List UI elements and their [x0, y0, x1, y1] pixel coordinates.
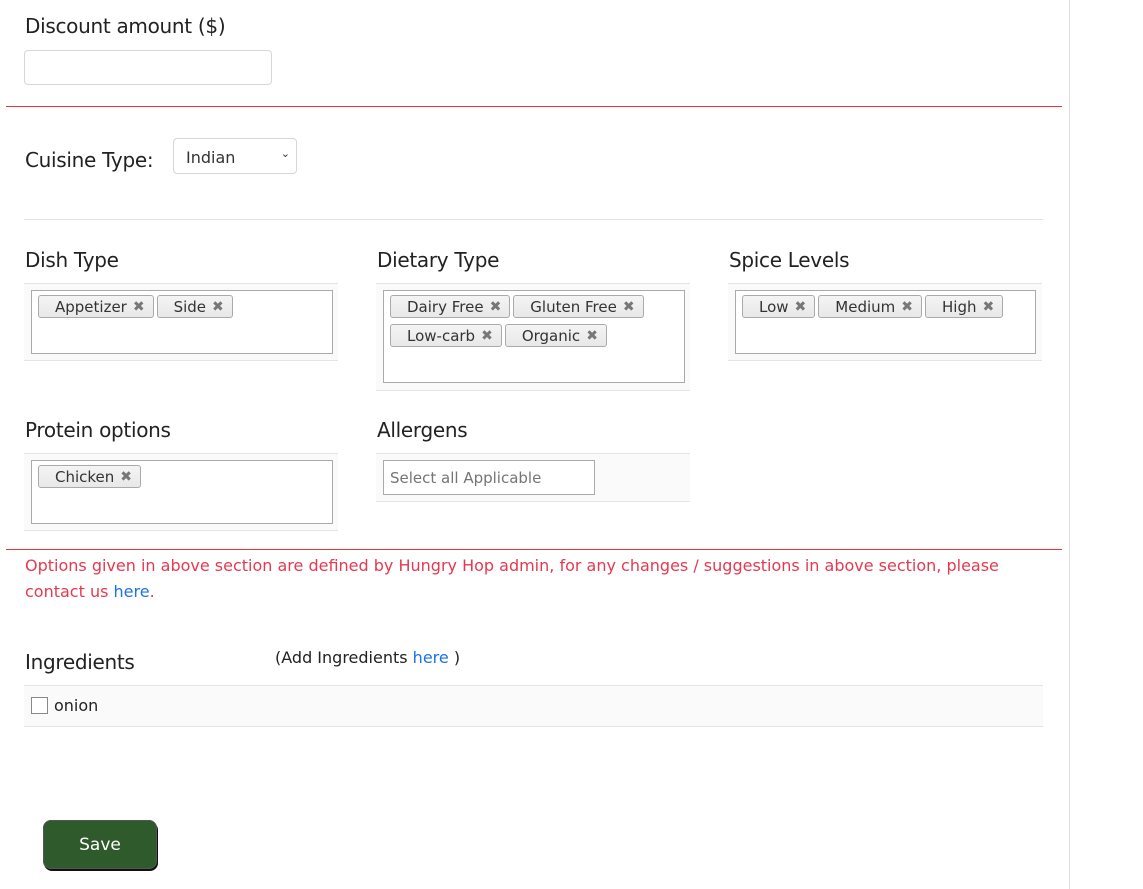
cuisine-selected: Indian	[186, 148, 236, 167]
add-prefix: (Add Ingredients	[275, 648, 413, 667]
remove-tag-icon[interactable]: ✖	[901, 299, 913, 315]
tag-chip: Organic ✖	[504, 324, 607, 347]
remove-tag-icon[interactable]: ✖	[982, 299, 994, 315]
tag-label: Gluten Free	[530, 297, 617, 316]
remove-tag-icon[interactable]: ✖	[481, 328, 493, 344]
allergens-input[interactable]	[383, 460, 595, 495]
chevron-down-icon: ⌄	[280, 147, 290, 160]
dietary-type-label: Dietary Type	[377, 248, 500, 272]
tag-label: Chicken	[55, 467, 115, 486]
remove-tag-icon[interactable]: ✖	[795, 299, 807, 315]
ingredient-checkbox[interactable]	[31, 697, 48, 714]
protein-select[interactable]: Chicken ✖	[31, 460, 333, 524]
tag-chip: Low-carb ✖	[390, 324, 502, 347]
tag-label: High	[942, 297, 977, 316]
dish-type-select[interactable]: Appetizer ✖ Side ✖	[31, 290, 333, 354]
spice-levels-select[interactable]: Low ✖ Medium ✖ High ✖	[735, 290, 1036, 354]
scrollbar-track	[1069, 0, 1070, 889]
tag-chip: Chicken ✖	[38, 465, 142, 488]
dietary-type-select[interactable]: Dairy Free ✖ Gluten Free ✖ Low-carb ✖ Organic ✖	[383, 290, 685, 383]
tag-label: Side	[173, 297, 207, 316]
remove-tag-icon[interactable]: ✖	[623, 299, 635, 315]
protein-label: Protein options	[25, 418, 171, 442]
divider	[6, 549, 1062, 550]
tag-chip: Dairy Free ✖	[390, 295, 511, 318]
add-ingredients-note: (Add Ingredients here )	[275, 648, 460, 667]
tag-label: Low	[759, 297, 789, 316]
remove-tag-icon[interactable]: ✖	[490, 299, 502, 315]
divider	[6, 106, 1062, 107]
tag-label: Organic	[521, 326, 581, 345]
tag-label: Medium	[835, 297, 896, 316]
remove-tag-icon[interactable]: ✖	[212, 299, 224, 315]
contact-link[interactable]: here	[114, 582, 150, 601]
notice-text: Options given in above section are defin…	[25, 556, 999, 601]
tag-label: Low-carb	[407, 326, 476, 345]
discount-input[interactable]	[24, 50, 272, 85]
spice-levels-label: Spice Levels	[729, 248, 850, 272]
tag-label: Dairy Free	[407, 297, 484, 316]
remove-tag-icon[interactable]: ✖	[586, 328, 598, 344]
save-button[interactable]: Save	[43, 820, 157, 869]
ingredient-name: onion	[54, 696, 99, 715]
ingredients-label: Ingredients	[25, 650, 135, 674]
tag-label: Appetizer	[55, 297, 127, 316]
tag-chip: High ✖	[925, 295, 1004, 318]
discount-label: Discount amount ($)	[25, 14, 226, 38]
add-suffix: )	[448, 648, 461, 667]
allergens-label: Allergens	[377, 418, 468, 442]
divider	[24, 219, 1043, 220]
ingredient-item[interactable]: onion	[31, 696, 98, 715]
ingredient-list: onion	[24, 685, 1043, 727]
notice-end: .	[149, 582, 155, 601]
cuisine-select[interactable]: Indian ⌄	[173, 138, 297, 174]
admin-notice: Options given in above section are defin…	[25, 553, 1035, 605]
dish-type-label: Dish Type	[25, 248, 119, 272]
tag-chip: Appetizer ✖	[38, 295, 154, 318]
cuisine-label: Cuisine Type:	[25, 148, 154, 172]
remove-tag-icon[interactable]: ✖	[133, 299, 145, 315]
add-ingredients-link[interactable]: here	[413, 648, 449, 667]
tag-chip: Gluten Free ✖	[513, 295, 644, 318]
tag-chip: Low ✖	[742, 295, 816, 318]
remove-tag-icon[interactable]: ✖	[120, 469, 132, 485]
tag-chip: Medium ✖	[818, 295, 922, 318]
tag-chip: Side ✖	[156, 295, 233, 318]
